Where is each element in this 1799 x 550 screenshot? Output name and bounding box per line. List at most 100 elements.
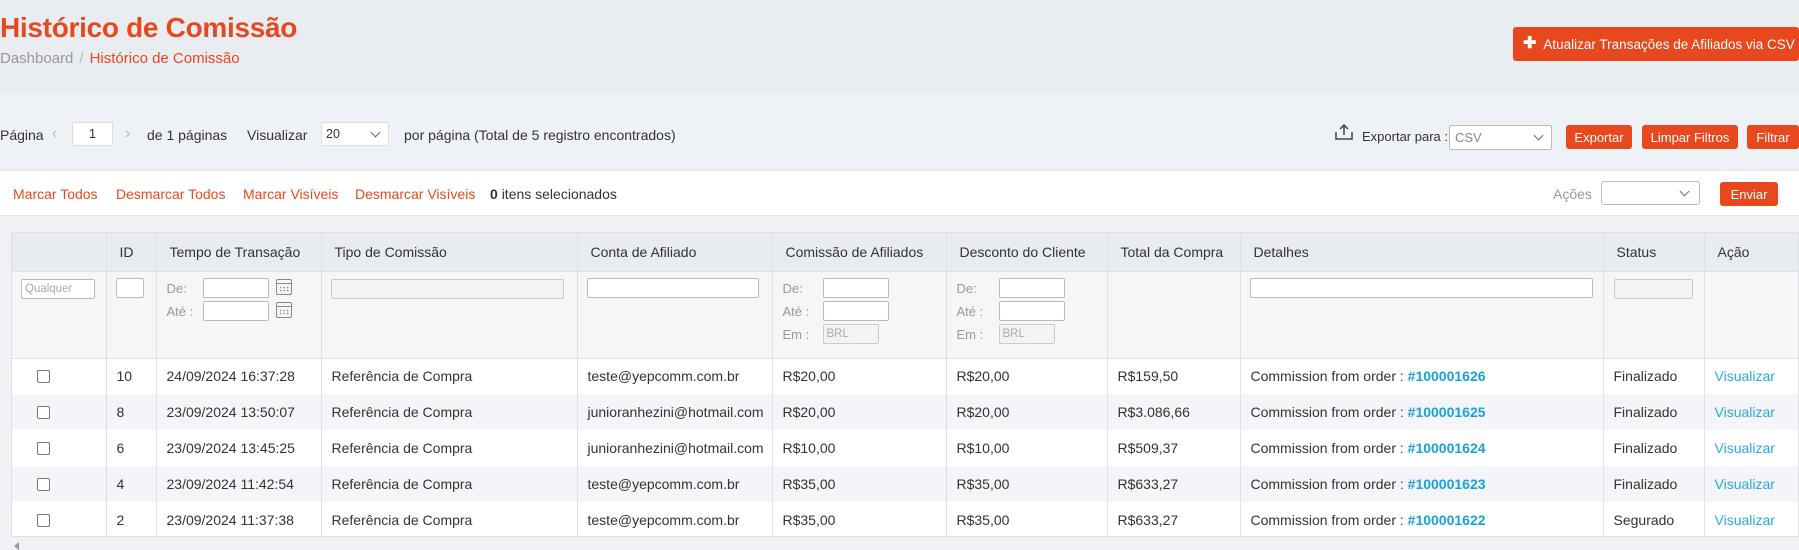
order-link[interactable]: #100001623 bbox=[1408, 476, 1486, 492]
row-checkbox[interactable] bbox=[37, 514, 50, 527]
discount-from-input[interactable] bbox=[998, 277, 1065, 298]
view-link[interactable]: Visualizar bbox=[1715, 368, 1775, 384]
col-header-action: Ação bbox=[1704, 233, 1798, 272]
view-link[interactable]: Visualizar bbox=[1715, 404, 1775, 420]
export-format-select[interactable]: CSV bbox=[1449, 125, 1552, 150]
table-row[interactable]: 6 23/09/2024 13:45:25 Referência de Compra… bbox=[12, 430, 1798, 466]
filter-time: De: Até : bbox=[156, 271, 322, 359]
calendar-icon[interactable] bbox=[275, 278, 292, 295]
cell-type: Referência de Compra bbox=[321, 394, 578, 430]
cell-details: Commission from order : #100001623 bbox=[1240, 466, 1604, 502]
selected-count: 0 itens selecionados bbox=[490, 186, 617, 202]
id-filter-input[interactable] bbox=[115, 277, 144, 298]
time-from-label: De: bbox=[166, 280, 187, 296]
horizontal-scrollbar[interactable] bbox=[11, 541, 1799, 550]
table-row[interactable]: 2 23/09/2024 11:37:38 Referência de Compra… bbox=[12, 502, 1798, 536]
row-checkbox[interactable] bbox=[37, 442, 50, 455]
details-text: Commission from order : bbox=[1250, 476, 1408, 492]
discount-to-input[interactable] bbox=[998, 300, 1065, 321]
filter-discount: De: Até : Em : BRL bbox=[946, 271, 1108, 359]
details-filter-input[interactable] bbox=[1249, 277, 1593, 298]
col-header-type[interactable]: Tipo de Comissão bbox=[321, 233, 578, 272]
col-header-discount[interactable]: Desconto do Cliente bbox=[946, 233, 1108, 272]
update-csv-button[interactable]: ✚ Atualizar Transações de Afiliados via … bbox=[1513, 27, 1799, 61]
scroll-left-icon[interactable] bbox=[14, 542, 19, 550]
unmark-all-link[interactable]: Desmarcar Todos bbox=[116, 186, 225, 202]
row-checkbox[interactable] bbox=[37, 406, 50, 419]
type-filter-select[interactable] bbox=[330, 278, 564, 299]
row-checkbox[interactable] bbox=[37, 478, 50, 491]
filter-select: Qualquer bbox=[12, 271, 107, 359]
cell-type: Referência de Compra bbox=[321, 466, 578, 502]
export-icon bbox=[1335, 123, 1353, 140]
commission-currency-select[interactable]: BRL bbox=[822, 323, 879, 344]
per-page-select[interactable]: 20 bbox=[321, 122, 389, 146]
table-row[interactable]: 4 23/09/2024 11:42:54 Referência de Compra… bbox=[12, 466, 1798, 502]
per-page-value: 20 bbox=[326, 127, 340, 141]
filter-id bbox=[106, 271, 157, 359]
discount-currency-select[interactable]: BRL bbox=[998, 323, 1055, 344]
cell-time: 23/09/2024 13:45:25 bbox=[156, 430, 322, 466]
cell-total: R$159,50 bbox=[1107, 358, 1241, 394]
col-header-commission[interactable]: Comissão de Afiliados bbox=[772, 233, 947, 272]
account-filter-input[interactable] bbox=[586, 277, 759, 298]
next-page-icon[interactable]: › bbox=[125, 125, 130, 143]
breadcrumb-separator: / bbox=[79, 50, 84, 67]
select-filter-any[interactable]: Qualquer bbox=[21, 278, 95, 299]
filter-button[interactable]: Filtrar bbox=[1747, 125, 1799, 149]
order-link[interactable]: #100001626 bbox=[1408, 368, 1486, 384]
cell-commission: R$35,00 bbox=[772, 466, 947, 502]
cell-account: junioranhezini@hotmail.com bbox=[577, 430, 773, 466]
cell-details: Commission from order : #100001622 bbox=[1240, 502, 1604, 536]
filter-action bbox=[1704, 271, 1798, 359]
time-from-input[interactable] bbox=[202, 277, 269, 298]
order-link[interactable]: #100001622 bbox=[1408, 512, 1486, 528]
page-title: Histórico de Comissão bbox=[0, 12, 298, 43]
unmark-visible-link[interactable]: Desmarcar Visíveis bbox=[355, 186, 475, 202]
order-link[interactable]: #100001624 bbox=[1408, 440, 1486, 456]
table-row[interactable]: 8 23/09/2024 13:50:07 Referência de Compra… bbox=[12, 394, 1798, 430]
cell-commission: R$20,00 bbox=[772, 394, 947, 430]
export-label: Exportar para : bbox=[1362, 129, 1448, 144]
mark-visible-link[interactable]: Marcar Visíveis bbox=[243, 186, 338, 202]
details-text: Commission from order : bbox=[1250, 440, 1408, 456]
order-link[interactable]: #100001625 bbox=[1408, 404, 1486, 420]
page-count-text: de 1 páginas bbox=[147, 127, 228, 143]
clear-filters-button[interactable]: Limpar Filtros bbox=[1642, 125, 1738, 149]
col-header-details[interactable]: Detalhes bbox=[1240, 233, 1604, 272]
col-header-account[interactable]: Conta de Afiliado bbox=[577, 233, 773, 272]
row-checkbox[interactable] bbox=[37, 370, 50, 384]
export-button[interactable]: Exportar bbox=[1566, 125, 1632, 149]
details-text: Commission from order : bbox=[1250, 404, 1408, 420]
commission-to-input[interactable] bbox=[822, 300, 889, 321]
view-link[interactable]: Visualizar bbox=[1715, 440, 1775, 456]
cell-type: Referência de Compra bbox=[321, 358, 578, 394]
cell-time: 23/09/2024 11:42:54 bbox=[156, 466, 322, 502]
calendar-icon[interactable] bbox=[275, 301, 292, 318]
mark-all-link[interactable]: Marcar Todos bbox=[13, 186, 98, 202]
col-header-status[interactable]: Status bbox=[1603, 233, 1705, 272]
cell-id: 6 bbox=[106, 430, 157, 466]
col-header-id[interactable]: ID bbox=[106, 233, 157, 272]
discount-from-label: De: bbox=[956, 280, 977, 296]
view-link[interactable]: Visualizar bbox=[1715, 476, 1775, 492]
commission-from-input[interactable] bbox=[822, 277, 889, 298]
breadcrumb: Dashboard / Histórico de Comissão bbox=[0, 50, 240, 67]
page-number-input[interactable]: 1 bbox=[72, 122, 113, 146]
breadcrumb-home[interactable]: Dashboard bbox=[0, 50, 73, 67]
cell-account: teste@yepcomm.com.br bbox=[577, 466, 773, 502]
col-header-time[interactable]: Tempo de Transação bbox=[156, 233, 322, 272]
commission-from-label: De: bbox=[782, 280, 803, 296]
actions-select[interactable] bbox=[1601, 181, 1700, 205]
time-to-input[interactable] bbox=[202, 300, 269, 321]
status-filter-select[interactable] bbox=[1613, 278, 1693, 299]
view-link[interactable]: Visualizar bbox=[1715, 512, 1775, 528]
cell-select bbox=[12, 430, 107, 466]
prev-page-icon[interactable]: ‹ bbox=[52, 125, 57, 143]
send-button[interactable]: Enviar bbox=[1720, 182, 1778, 206]
cell-discount: R$20,00 bbox=[946, 394, 1108, 430]
massaction-bar: Marcar Todos Desmarcar Todos Marcar Visí… bbox=[0, 170, 1799, 216]
col-header-total[interactable]: Total da Compra bbox=[1107, 233, 1241, 272]
table-row[interactable]: 10 24/09/2024 16:37:28 Referência de Compr… bbox=[12, 358, 1798, 394]
details-text: Commission from order : bbox=[1250, 512, 1408, 528]
